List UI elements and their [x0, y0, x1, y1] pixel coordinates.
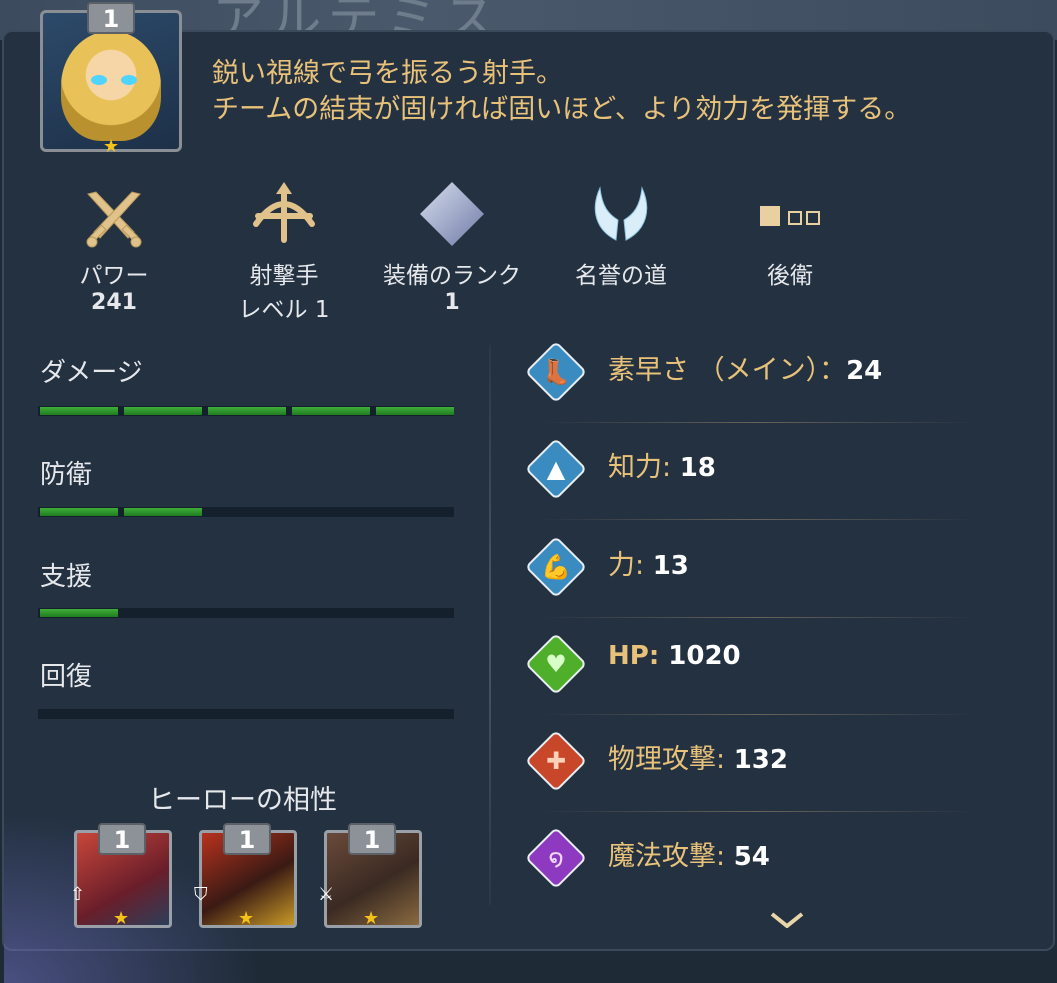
description-line-2: チームの結束が固ければ固いほど、より効力を発揮する。 [212, 94, 912, 125]
star-icon: ★ [363, 908, 380, 929]
attr-class: 射撃手 レベル 1 [222, 256, 346, 324]
role-bar-segment [292, 407, 370, 415]
shield-icon: ⛉ [194, 884, 208, 905]
stat-magic-attack: ໑ 魔法攻撃: 54 [524, 820, 980, 916]
wings-icon [594, 186, 648, 241]
role-bar-segment [124, 407, 202, 415]
role-label-heal: 回復 [40, 662, 93, 692]
crossed-swords-icon [86, 191, 142, 248]
position-slots-icon [760, 206, 824, 228]
role-bar-damage [38, 406, 454, 416]
attr-power: パワー 241 [64, 256, 164, 315]
stat-magic-label: 魔法攻撃 [608, 841, 716, 872]
stat-physical-attack: ✚ 物理攻撃: 132 [524, 723, 980, 819]
stat-hp: ♥ HP: 1020 [524, 626, 980, 722]
stat-separator [538, 422, 978, 423]
role-bar-segment [208, 407, 286, 415]
bow-icon [253, 182, 315, 243]
column-divider [489, 345, 491, 905]
stat-intelligence-label: 知力 [608, 452, 662, 483]
hero-level-badge: 1 [87, 2, 135, 34]
role-bar-segment [40, 508, 118, 516]
stat-agility: 👢 素早さ （メイン）：24 [524, 334, 980, 430]
role-label-defense: 防衛 [40, 460, 93, 490]
magic-swirl-icon: ໑ [548, 844, 564, 872]
slot-empty [806, 211, 820, 225]
axe-icon: ⚔ [318, 884, 335, 905]
role-bar-segment [376, 407, 454, 415]
stat-hp-value: 1020 [668, 641, 741, 671]
stat-physical-value: 132 [733, 745, 788, 775]
role-bar-segment [40, 609, 118, 617]
star-icon: ★ [113, 908, 130, 929]
synergy-title: ヒーローの相性 [148, 785, 337, 816]
sword-icon: ✚ [545, 747, 567, 775]
stat-strength: 💪 力: 13 [524, 529, 980, 625]
role-bar-segment [124, 508, 202, 516]
intelligence-icon: ▲ [546, 455, 566, 483]
strength-icon: 💪 [541, 553, 571, 581]
description-line-1: 鋭い視線で弓を振るう射手。 [212, 58, 563, 89]
stat-separator [538, 714, 978, 715]
slot-filled [760, 206, 780, 226]
hero-eye-left [91, 75, 107, 85]
stat-agility-label: 素早さ （メイン） [608, 355, 820, 386]
stat-intelligence: ▲ 知力: 18 [524, 431, 980, 527]
stat-label: 魔法攻撃: 54 [608, 841, 770, 872]
stat-magic-value: 54 [733, 842, 770, 872]
synergy-hero-2-level: 1 [223, 823, 271, 855]
stat-strength-value: 13 [652, 551, 689, 581]
role-bar-support [38, 608, 454, 618]
stat-label: 知力: 18 [608, 452, 716, 483]
rank-diamond-icon [420, 182, 484, 246]
arrow-up-icon: ⇧ [70, 884, 86, 905]
hero-description: 鋭い視線で弓を振るう射手。 チームの結束が固ければ固いほど、より効力を発揮する。 [212, 56, 911, 128]
attr-position: 後衛 [740, 256, 840, 290]
attr-position-label: 後衛 [767, 263, 813, 289]
role-bar-segment [40, 407, 118, 415]
stat-separator [538, 519, 978, 520]
stat-physical-label: 物理攻撃 [608, 744, 716, 775]
stat-label: 物理攻撃: 132 [608, 744, 788, 775]
agility-icon: 👢 [541, 358, 571, 386]
chevron-down-icon[interactable] [770, 912, 804, 928]
stat-hp-label: HP [608, 641, 649, 671]
stat-label: 素早さ （メイン）：24 [608, 355, 883, 386]
stat-agility-value: 24 [846, 356, 883, 386]
synergy-hero-3-level: 1 [348, 823, 396, 855]
star-icon: ★ [103, 136, 120, 157]
attr-rank-value: 1 [444, 290, 460, 315]
hero-face [61, 31, 161, 141]
attr-class-label: 射撃手 [249, 263, 319, 289]
attr-power-value: 241 [91, 290, 137, 315]
stat-separator [538, 811, 978, 812]
role-label-damage: ダメージ [40, 358, 143, 388]
hero-eye-right [121, 75, 137, 85]
hero-name-background: アルテミス [212, 0, 502, 32]
attr-power-label: パワー [79, 263, 149, 289]
heart-icon: ♥ [545, 650, 567, 678]
stat-label: HP: 1020 [608, 641, 741, 671]
attr-path-of-honor[interactable]: 名誉の道 [556, 256, 686, 290]
stat-separator [538, 617, 978, 618]
role-label-support: 支援 [40, 562, 93, 592]
attr-honor-label: 名誉の道 [575, 263, 667, 289]
role-bar-heal [38, 709, 454, 719]
attr-rank-label: 装備のランク [383, 263, 521, 289]
slot-empty [788, 211, 802, 225]
synergy-hero-1-level: 1 [98, 823, 146, 855]
stat-strength-label: 力 [608, 550, 635, 581]
attr-equipment-rank: 装備のランク 1 [370, 256, 534, 315]
role-bar-defense [38, 507, 454, 517]
star-icon: ★ [238, 908, 255, 929]
stat-label: 力: 13 [608, 550, 689, 581]
stat-intelligence-value: 18 [679, 453, 716, 483]
attr-class-value: レベル 1 [238, 297, 330, 323]
